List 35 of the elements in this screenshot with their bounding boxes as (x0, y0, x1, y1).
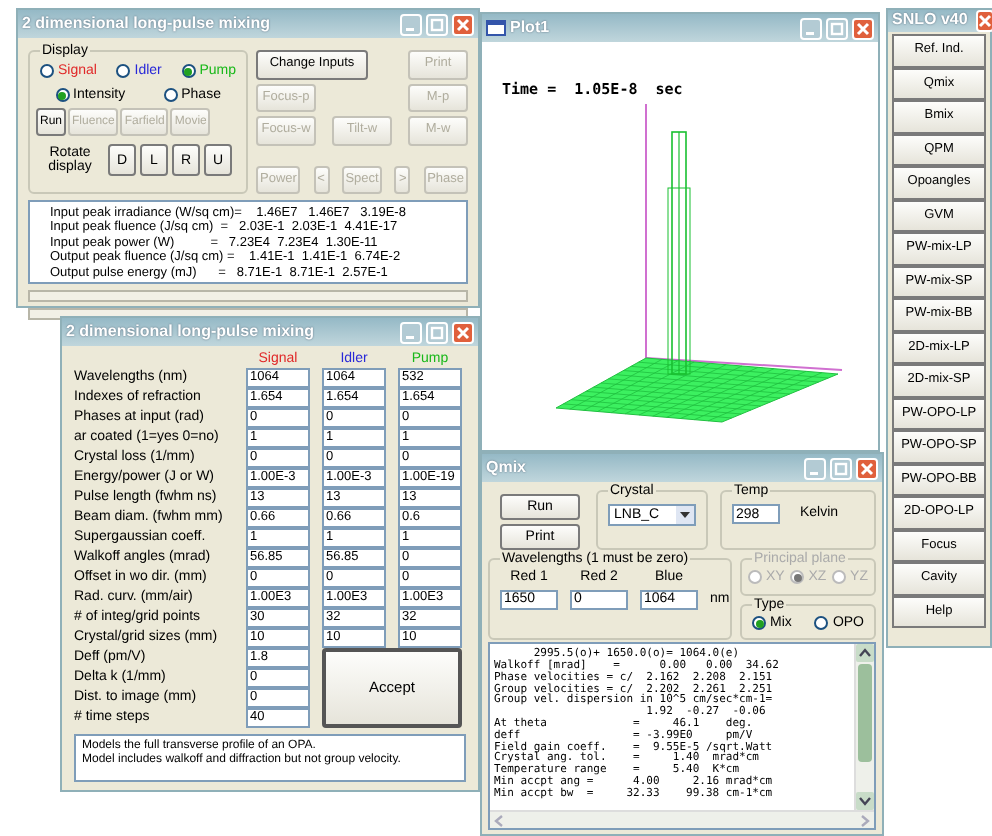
scroll-right-icon (856, 812, 874, 830)
window-title: Qmix (486, 459, 527, 477)
horizontal-scrollbar[interactable] (490, 810, 874, 828)
window-icon (486, 20, 506, 36)
scroll-up-icon (856, 644, 874, 663)
close-button[interactable] (975, 10, 992, 32)
window-title: 2 dimensional long-pulse mixing (66, 323, 315, 341)
window-title: Plot1 (510, 19, 550, 37)
minimize-button[interactable] (800, 17, 822, 39)
close-icon (977, 14, 992, 28)
minimize-button[interactable] (400, 13, 422, 35)
close-icon (856, 21, 870, 35)
close-icon (456, 325, 470, 339)
window-title: SNLO v40 (892, 12, 968, 30)
scroll-left-icon (490, 812, 508, 830)
maximize-button[interactable] (826, 17, 848, 39)
close-button[interactable] (452, 321, 474, 343)
scroll-down-icon (856, 792, 874, 810)
close-icon (860, 461, 874, 475)
maximize-icon (834, 461, 848, 475)
maximize-button[interactable] (830, 457, 852, 479)
maximize-icon (830, 21, 844, 35)
dropdown-arrow-icon (676, 506, 694, 524)
minimize-button[interactable] (400, 321, 422, 343)
maximize-button[interactable] (426, 321, 448, 343)
close-button[interactable] (452, 13, 474, 35)
close-icon (456, 17, 470, 31)
close-button[interactable] (856, 457, 878, 479)
window-title: 2 dimensional long-pulse mixing (22, 15, 271, 33)
maximize-button[interactable] (426, 13, 448, 35)
vertical-scrollbar[interactable] (854, 644, 874, 810)
close-button[interactable] (852, 17, 874, 39)
maximize-icon (430, 325, 444, 339)
minimize-button[interactable] (804, 457, 826, 479)
maximize-icon (430, 17, 444, 31)
